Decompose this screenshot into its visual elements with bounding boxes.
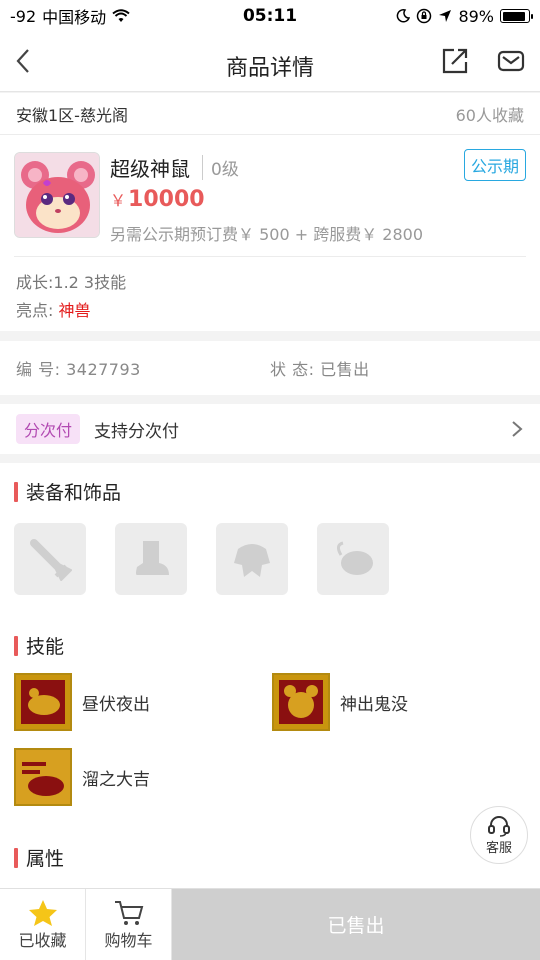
skill-escape-icon [14,748,72,806]
pet-name: 超级神鼠 [110,157,190,181]
highlight-label: 亮点: [16,301,59,320]
customer-service-label: 客服 [485,840,512,856]
server-name: 安徽1区-慈光阁 [16,105,128,125]
skill-item[interactable]: 昼伏夜出 [14,673,150,731]
favorite-label: 已收藏 [18,930,67,950]
equip-slot-armor[interactable] [216,523,288,595]
skill-item[interactable]: 神出鬼没 [272,673,408,731]
sword-icon [30,539,72,581]
signal-strength: -92 [10,6,37,26]
goods-summary: 超级神鼠 0级 公示期 ￥10000 另需公示期预订费￥ 500 + 跨服费￥ … [14,135,526,257]
skill-mouse-icon [272,673,330,731]
extra-fee: 另需公示期预订费￥ 500 + 跨服费￥ 2800 [110,225,424,244]
public-period-badge: 公示期 [463,149,526,181]
favorite-button[interactable]: 已收藏 [0,889,86,960]
wifi-icon [112,9,130,22]
highlight-row: 亮点: 神兽 [16,297,524,325]
star-icon [28,899,57,926]
bottom-bar: 已收藏 购物车 已售出 [0,888,540,960]
customer-service-button[interactable]: 客服 [470,806,528,864]
goods-state: 状 态: 已售出 [270,356,524,380]
skill-name: 昼伏夜出 [82,694,150,715]
battery-percent: 89% [458,6,494,26]
sold-out-button[interactable]: 已售出 [172,889,540,960]
location-icon [439,10,452,22]
equipment-title-text: 装备和饰品 [26,482,122,504]
section-bar [14,847,18,868]
section-bar [14,481,18,502]
cart-label: 购物车 [104,930,153,950]
clock: 05:11 [242,6,298,26]
skill-name: 溜之大吉 [82,769,150,790]
installment-text: 支持分次付 [94,421,180,442]
chevron-right-icon [512,421,523,437]
skill-item[interactable]: 溜之大吉 [14,748,150,806]
state-value: 已售出 [320,360,370,379]
skills-section-title: 技能 [14,632,64,659]
equipment-section-title: 装备和饰品 [14,478,121,505]
skills-title-text: 技能 [26,636,65,658]
cart-icon [114,900,143,925]
section-bar [14,635,18,656]
status-bar: -92 中国移动 05:11 89% [0,0,540,32]
equip-slot-boot[interactable] [115,523,187,595]
nav-bar: 商品详情 [0,32,540,92]
state-label: 状 态: [270,360,321,379]
share-icon[interactable] [440,46,470,76]
attributes-title-text: 属性 [26,848,65,870]
server-row: 安徽1区-慈光阁 60人收藏 [0,93,540,135]
installment-row[interactable]: 分次付 支持分次付 [0,404,540,454]
headset-icon [488,815,510,837]
battery-icon [500,9,533,23]
growth-text: 成长:1.2 3技能 [16,273,127,292]
armor-icon [234,544,270,577]
installment-tag: 分次付 [16,414,81,444]
moon-icon [397,9,411,23]
mouse-pet-icon [15,153,99,237]
price: ￥10000 [110,187,205,212]
meta-card: 编 号: 3427793 状 态: 已售出 [0,341,540,395]
pet-level: 0级 [202,155,239,180]
favorite-count: 60人收藏 [455,105,524,125]
rotation-lock-icon [417,8,432,24]
equip-slot-sword[interactable] [14,523,86,595]
id-value: 3427793 [66,360,141,379]
boot-icon [136,541,169,575]
skill-name: 神出鬼没 [340,694,408,715]
details-card: 装备和饰品 技能 昼伏夜出 神出鬼没 溜之大吉 属性 [0,463,540,888]
mail-icon[interactable] [496,46,526,76]
growth-block: 成长:1.2 3技能 亮点: 神兽 [0,257,540,325]
highlight-value: 神兽 [58,301,91,320]
skill-moon-icon [14,673,72,731]
ornament-icon [336,541,373,575]
cart-button[interactable]: 购物车 [86,889,172,960]
pet-avatar [14,152,100,238]
id-label: 编 号: [16,360,67,379]
currency-symbol: ￥ [110,191,127,210]
goods-card: 安徽1区-慈光阁 60人收藏 超级神鼠 0级 公示期 ￥10000 另需公示期预… [0,93,540,331]
price-value: 10000 [128,187,205,212]
equip-slot-ornament[interactable] [317,523,389,595]
attributes-section-title: 属性 [14,844,64,871]
carrier: 中国移动 [42,8,107,27]
goods-id: 编 号: 3427793 [16,356,270,380]
